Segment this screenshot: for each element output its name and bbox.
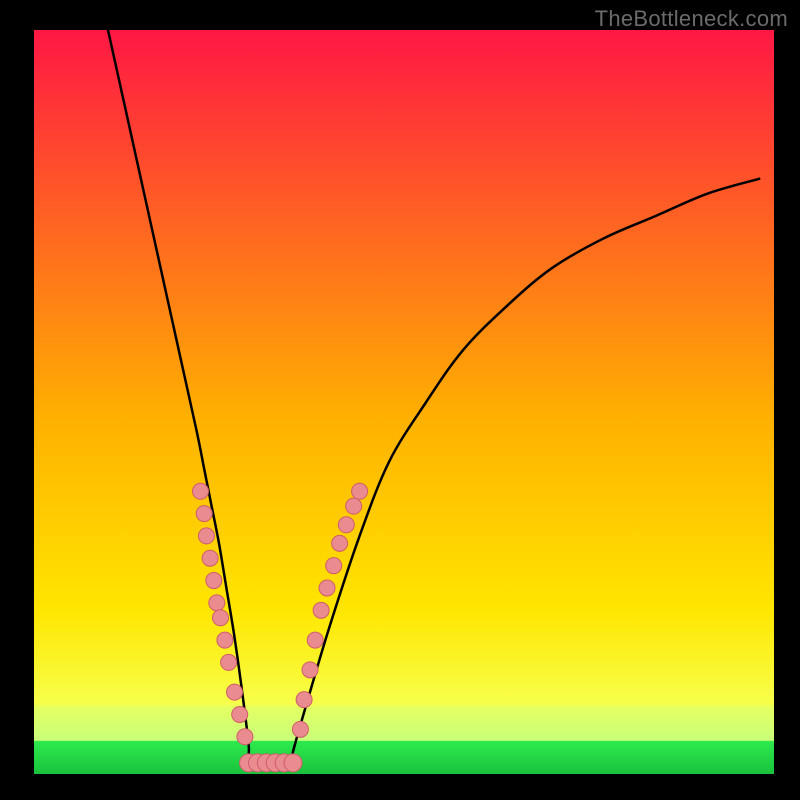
dot-right [332, 535, 348, 551]
dot-left [193, 483, 209, 499]
dot-right [338, 517, 354, 533]
dot-left [237, 729, 253, 745]
dot-left [217, 632, 233, 648]
dot-left [196, 506, 212, 522]
dot-right [352, 483, 368, 499]
dot-right [319, 580, 335, 596]
dot-left [198, 528, 214, 544]
dot-left [221, 654, 237, 670]
dot-left [212, 610, 228, 626]
watermark-text: TheBottleneck.com [595, 6, 788, 32]
dot-right [307, 632, 323, 648]
chart-stage: { "watermark": "TheBottleneck.com", "col… [0, 0, 800, 800]
dot-left [232, 706, 248, 722]
dot-left [209, 595, 225, 611]
dot-right [302, 662, 318, 678]
dot-right [326, 558, 342, 574]
dot-right [296, 692, 312, 708]
plot-area [34, 30, 774, 774]
dot-right [292, 721, 308, 737]
chart-svg [0, 0, 800, 800]
dot-left [202, 550, 218, 566]
dot-bottom [284, 754, 302, 772]
dot-right [346, 498, 362, 514]
dot-left [227, 684, 243, 700]
dot-right [313, 602, 329, 618]
dot-left [206, 573, 222, 589]
